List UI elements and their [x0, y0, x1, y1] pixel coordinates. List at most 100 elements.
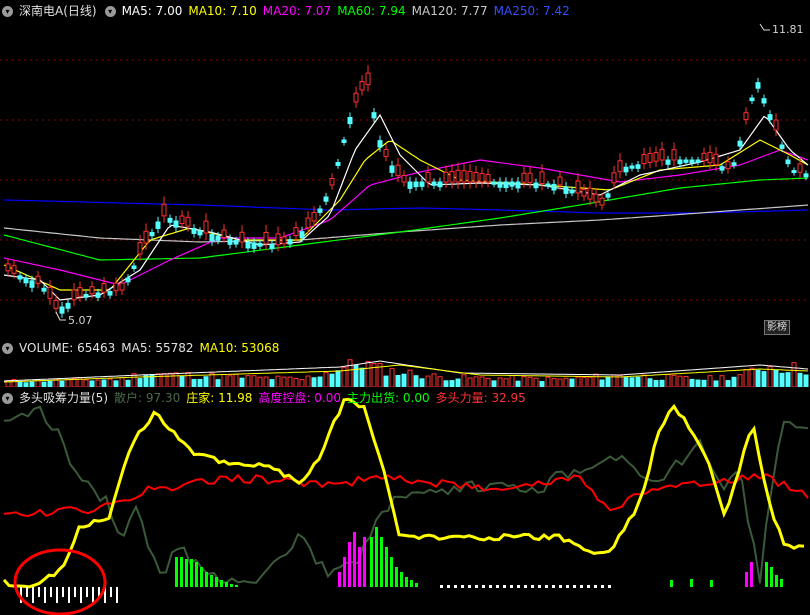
retail-bar: [56, 587, 58, 603]
indicator-chart[interactable]: [0, 387, 810, 615]
candle-body: [581, 188, 587, 197]
volume-bar: [593, 373, 599, 387]
candle-body: [65, 302, 71, 309]
retail-bar: [110, 587, 112, 597]
retail-bar: [489, 585, 492, 588]
volume-bar: [773, 369, 779, 387]
volume-bar: [785, 372, 791, 387]
volume-bar: [335, 370, 341, 387]
retail-bar: [587, 585, 590, 588]
volume-bar: [323, 372, 329, 387]
volume-bar: [83, 379, 89, 387]
corner-badge[interactable]: 影榜: [764, 320, 790, 335]
volume-bar: [233, 373, 239, 387]
ma120-label: MA120: 7.77: [411, 4, 488, 18]
main-sell-bar: [765, 562, 768, 587]
volume-bar: [503, 378, 509, 387]
volume-bar: [431, 373, 437, 387]
main-sell-bar: [405, 577, 408, 587]
volume-panel[interactable]: ▾ VOLUME: 65463 MA5: 55782 MA10: 53068: [0, 337, 810, 387]
volume-bar: [605, 377, 611, 387]
kline-chart[interactable]: 11.81 5.07: [0, 0, 810, 337]
main-sell-bar: [710, 580, 713, 587]
volume-bar: [245, 375, 251, 387]
high-marker: [759, 23, 770, 31]
candle-body: [41, 287, 47, 292]
candle-body: [413, 181, 419, 188]
volume-toggle-icon[interactable]: ▾: [2, 343, 13, 354]
candle-body: [797, 163, 803, 173]
candle-body: [53, 299, 59, 309]
candle-body: [485, 173, 491, 183]
volume-bar: [227, 375, 233, 387]
candle-body: [761, 98, 767, 104]
candle-body: [407, 181, 413, 189]
indicator-toggle-icon[interactable]: ▾: [2, 393, 13, 404]
volume-bar: [545, 376, 551, 387]
candle-body: [557, 176, 563, 186]
retail-bar: [601, 585, 604, 588]
candle-body: [185, 216, 191, 227]
candle-body: [383, 148, 389, 157]
volume-bar: [311, 377, 317, 387]
main-sell-bar: [200, 567, 203, 587]
volume-bar: [533, 377, 539, 387]
candle-body: [701, 152, 707, 162]
candle-body: [269, 243, 275, 250]
volume-bar: [599, 379, 605, 387]
volume-bar: [137, 378, 143, 387]
candle-body: [611, 172, 617, 184]
candle-body: [77, 287, 83, 297]
candle-body: [533, 182, 539, 189]
candle-body: [365, 72, 371, 86]
retail-bar: [92, 587, 94, 603]
candle-body: [641, 154, 647, 165]
retail-bar: [475, 585, 478, 588]
candle-body: [731, 162, 737, 166]
candle-body: [143, 230, 149, 244]
collapse-toggle-icon[interactable]: ▾: [2, 6, 13, 17]
candle-body: [773, 119, 779, 131]
control-bar: [353, 532, 356, 587]
candle-body: [551, 183, 557, 191]
main-sell-bar: [215, 577, 218, 587]
candle-body: [461, 170, 467, 183]
candle-body: [311, 211, 317, 222]
volume-bar: [437, 376, 443, 387]
candle-body: [791, 170, 797, 174]
candle-body: [239, 231, 245, 243]
candle-body: [203, 220, 209, 234]
kline-panel[interactable]: ▾ 深南电A(日线) ▾ MA5: 7.00 MA10: 7.10 MA20: 7.07 M…: [0, 0, 810, 337]
volume-bar: [803, 374, 809, 387]
indicator-panel[interactable]: ▾ 多头吸筹力量(5) 散户: 97.30 庄家: 11.98 高度控盘: 0.00 主力…: [0, 387, 810, 615]
retail-bar: [482, 585, 485, 588]
candle-body: [491, 181, 497, 185]
volume-bar: [95, 379, 101, 387]
candle-body: [803, 173, 809, 178]
candle-body: [191, 228, 197, 234]
candle-body: [323, 196, 329, 202]
candle-body: [377, 140, 383, 148]
candle-body: [371, 112, 377, 119]
candle-body: [29, 280, 35, 288]
candle-body: [89, 286, 95, 295]
ma20-label: MA20: 7.07: [262, 4, 332, 18]
main-sell-label: 主力出货: 0.00: [347, 391, 430, 405]
volume-bar: [719, 375, 725, 387]
settings-toggle-icon[interactable]: ▾: [104, 6, 116, 17]
candle-body: [263, 232, 269, 245]
candle-body: [479, 173, 485, 183]
candle-body: [689, 159, 695, 164]
volume-bar: [791, 362, 797, 387]
candle-body: [635, 164, 641, 169]
main-sell-bar: [175, 557, 178, 587]
volume-bar: [659, 379, 665, 387]
candle-body: [149, 232, 155, 237]
candle-body: [221, 229, 227, 239]
retail-bar: [503, 585, 506, 588]
candle-body: [47, 287, 53, 299]
candle-body: [599, 197, 605, 206]
candle-body: [167, 217, 173, 223]
volume-bar: [347, 359, 353, 387]
main-sell-bar: [190, 559, 193, 587]
